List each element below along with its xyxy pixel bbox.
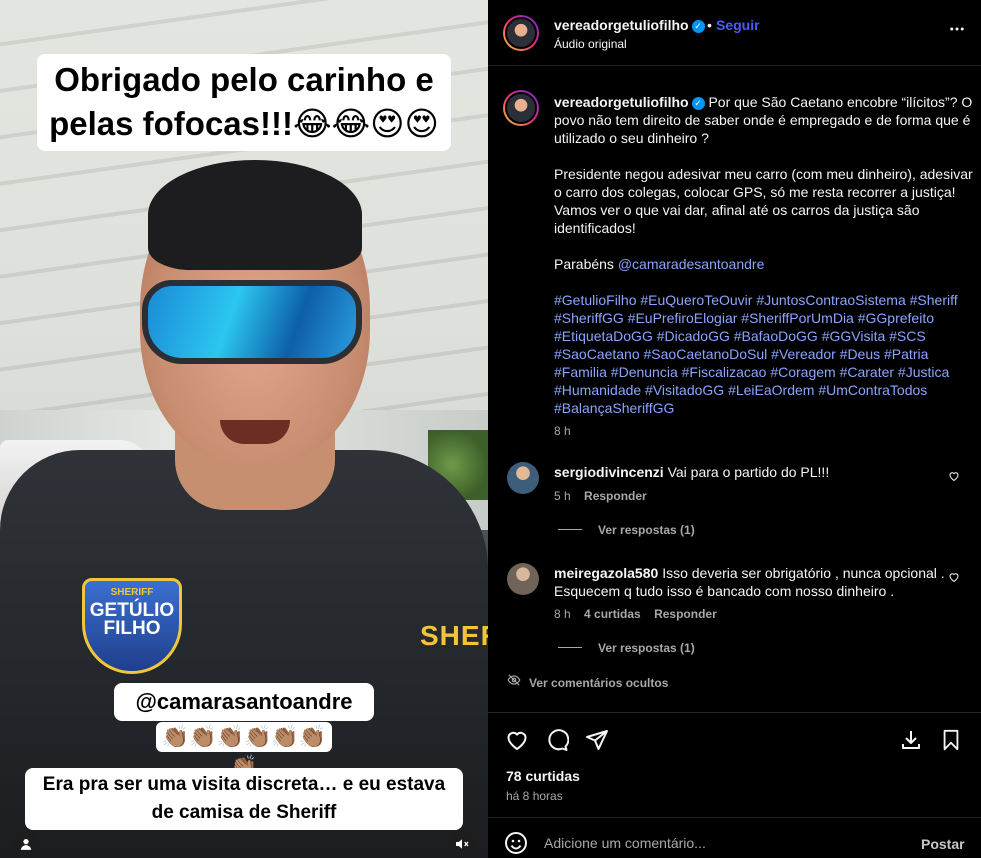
badge-line-1: SHERIFF [110,587,154,598]
comment-icon [548,729,569,751]
caption-avatar-ring[interactable] [503,90,539,126]
more-options-button[interactable] [948,20,966,44]
caption-paragraph-1: vereadorgetuliofilho ✓ Por que São Caetan… [554,93,974,147]
like-button[interactable] [504,727,530,753]
share-button[interactable] [584,727,610,753]
caption-timestamp[interactable]: 8 h [554,424,571,438]
hidden-comments-label[interactable]: Ver comentários ocultos [529,676,668,690]
comment-username[interactable]: meiregazola580 [554,565,658,581]
post-timestamp[interactable]: há 8 horas [506,789,563,803]
verified-badge-icon: ✓ [691,20,705,33]
view-hidden-comments-button[interactable]: Ver comentários ocultos [506,673,668,690]
sunglasses [142,280,362,364]
comment-like-button[interactable] [948,571,960,586]
reply-button[interactable]: Responder [654,607,717,621]
bookmark-icon [943,729,959,751]
comment-composer: Postar [488,817,981,858]
comment-text: Vai para o partido do PL!!! [667,464,830,480]
post-modal: SHERIFF GETÚLIO FILHO SHERI Obrigado pel… [0,0,981,858]
sheriff-badge-patch: SHERIFF GETÚLIO FILHO [82,578,182,674]
post-header: vereadorgetuliofilho ✓ • Seguir Áudio ori… [488,0,981,66]
replies-line [558,529,582,530]
author-username-text[interactable]: vereadorgetuliofilho [554,17,689,33]
comment-time[interactable]: 5 h [554,489,571,503]
caption-username[interactable]: vereadorgetuliofilho [554,94,689,110]
caption-avatar[interactable] [505,92,537,124]
video-caption-top: Obrigado pelo carinho e pelas fofocas!!!… [37,54,451,151]
comment-meta: 5 h Responder [554,489,657,503]
badge-line-2: GETÚLIO FILHO [89,600,175,639]
post-comment-button[interactable]: Postar [921,836,965,852]
user-icon [20,839,32,850]
comment-body: meiregazola580 Isso deveria ser obrigató… [554,564,954,600]
view-replies-label[interactable]: Ver respostas (1) [598,641,695,655]
caption-line-2: Presidente negou adesivar meu carro (com… [554,166,973,236]
audio-link[interactable]: Áudio original [554,37,627,51]
separator-dot: • [707,17,712,33]
video-caption-claps: 👏🏽👏🏽👏🏽👏🏽👏🏽👏🏽👏🏽 [156,722,332,779]
verified-badge-icon: ✓ [691,97,705,110]
likes-count[interactable]: 78 curtidas [506,768,580,784]
caption-paragraph-3: Parabéns @camaradesantoandre [554,255,974,273]
author-avatar-ring[interactable] [503,15,539,51]
caption-mention-link[interactable]: @camaradesantoandre [618,256,765,272]
video-player[interactable]: SHERIFF GETÚLIO FILHO SHERI Obrigado pel… [0,0,488,858]
video-caption-bottom: Era pra ser uma visita discreta… e eu es… [25,768,463,830]
comment-username[interactable]: sergiodivincenzi [554,464,664,480]
reply-button[interactable]: Responder [584,489,647,503]
video-caption-bottom-line-1: Era pra ser uma visita discreta… e eu es… [42,774,446,795]
send-icon [586,730,608,750]
comment-like-button[interactable] [948,470,960,485]
heart-icon [949,573,959,583]
comment-likes-count[interactable]: 4 curtidas [584,607,641,621]
view-replies-button[interactable]: Ver respostas (1) [558,523,695,537]
comment-input[interactable] [544,829,894,857]
view-replies-button[interactable]: Ver respostas (1) [558,641,695,655]
caption-line-3: Parabéns [554,256,614,272]
download-icon [902,731,920,749]
emoji-icon [505,832,527,854]
download-button[interactable] [898,727,924,753]
more-horizontal-icon [950,27,964,31]
shirt-sheriff-text: SHERI [420,620,488,651]
author-username[interactable]: vereadorgetuliofilho ✓ [554,17,705,33]
author-avatar[interactable] [505,17,537,49]
video-caption-mention: @camarasantoandre [114,683,374,721]
view-replies-label[interactable]: Ver respostas (1) [598,523,695,537]
emoji-button[interactable] [504,831,528,855]
muted-speaker-icon [456,839,469,849]
replies-line [558,647,582,648]
comment-avatar[interactable] [507,462,539,494]
follow-button[interactable]: Seguir [716,17,760,33]
heart-icon [507,731,527,750]
comment-avatar[interactable] [507,563,539,595]
caption-text: vereadorgetuliofilho ✓ Por que São Caetan… [554,93,974,417]
comment-body: sergiodivincenzi Vai para o partido do P… [554,463,954,481]
comment-button[interactable] [544,727,570,753]
eye-off-icon [506,673,522,690]
caption-hashtags[interactable]: #GetulioFilho #EuQueroTeOuvir #JuntosCon… [554,291,974,417]
heart-icon [949,472,959,482]
post-details-panel: vereadorgetuliofilho ✓ • Seguir Áudio ori… [488,0,981,858]
comment-time[interactable]: 8 h [554,607,571,621]
comment-meta: 8 h 4 curtidas Responder [554,607,727,621]
save-button[interactable] [938,727,964,753]
person-hair [148,160,362,270]
mute-button[interactable] [448,830,476,858]
action-bar [488,712,981,764]
user-tag-button[interactable] [12,830,40,858]
video-caption-bottom-line-2: de camisa de Sheriff [151,802,337,823]
